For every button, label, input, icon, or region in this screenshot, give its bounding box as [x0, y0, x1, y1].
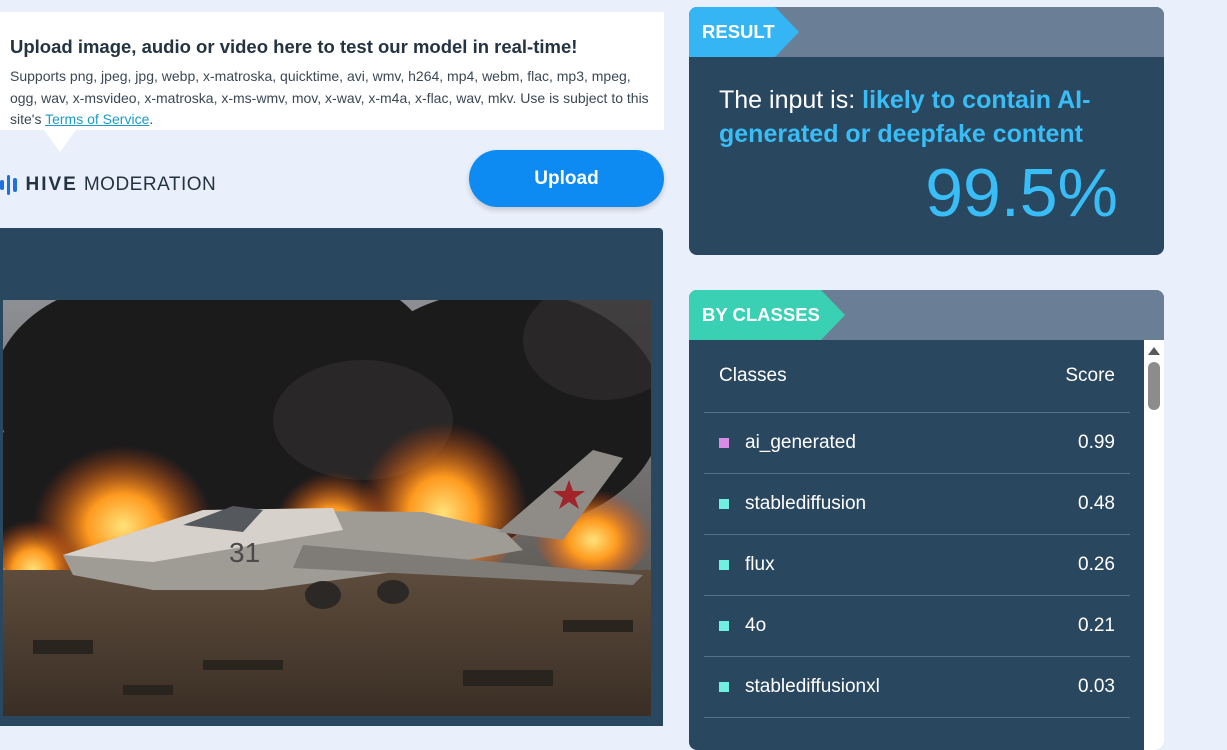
class-score: 0.21	[1078, 615, 1115, 636]
class-name: stablediffusionxl	[745, 676, 880, 697]
class-name: 4o	[745, 615, 767, 636]
result-tag: RESULT	[689, 7, 799, 57]
media-preview-panel: 31	[0, 228, 663, 726]
terms-of-service-link[interactable]: Terms of Service	[45, 111, 149, 127]
brand-hive-text: HIVE	[25, 174, 78, 195]
class-color-swatch	[719, 682, 729, 692]
by-classes-card: BY CLASSES Classes Score ai_generated 0.…	[689, 290, 1164, 750]
classes-table: Classes Score ai_generated 0.99 stabledi…	[704, 340, 1130, 750]
class-name: ai_generated	[745, 432, 856, 453]
terms-suffix: .	[149, 111, 154, 127]
table-row-partial	[704, 718, 1130, 750]
result-card: RESULT The input is: likely to contain A…	[689, 7, 1164, 255]
table-row: 4o 0.21	[704, 596, 1130, 657]
class-color-swatch	[719, 499, 729, 509]
table-row: flux 0.26	[704, 535, 1130, 596]
upload-info-description: Supports png, jpeg, jpg, webp, x-matrosk…	[10, 66, 652, 131]
classes-column-header: Classes	[719, 365, 787, 386]
class-color-swatch	[719, 438, 729, 448]
class-score: 0.03	[1078, 676, 1115, 697]
result-card-header: RESULT	[689, 7, 1164, 57]
class-color-swatch	[719, 560, 729, 570]
classes-tag: BY CLASSES	[689, 290, 845, 340]
upload-info-title: Upload image, audio or video here to tes…	[10, 36, 578, 57]
hive-logo-icon	[0, 175, 17, 195]
scroll-up-arrow-icon[interactable]	[1148, 347, 1160, 355]
upload-button[interactable]: Upload	[469, 150, 664, 207]
uploaded-image-preview: 31	[3, 300, 651, 716]
score-column-header: Score	[1065, 365, 1115, 386]
table-row: stablediffusion 0.48	[704, 474, 1130, 535]
class-name: stablediffusion	[745, 493, 867, 514]
class-color-swatch	[719, 621, 729, 631]
classes-table-header: Classes Score	[704, 340, 1130, 413]
brand-moderation-text: MODERATION	[83, 174, 217, 195]
upload-info-box: Upload image, audio or video here to tes…	[0, 12, 664, 130]
result-verdict: The input is: likely to contain AI-gener…	[719, 83, 1139, 151]
class-score: 0.48	[1078, 493, 1115, 514]
result-prefix: The input is:	[719, 86, 863, 114]
classes-card-header: BY CLASSES	[689, 290, 1164, 340]
class-score: 0.99	[1078, 432, 1115, 453]
scrollbar-thumb[interactable]	[1148, 362, 1160, 410]
class-score: 0.26	[1078, 554, 1115, 575]
result-percentage: 99.5%	[925, 155, 1118, 231]
classes-scrollbar[interactable]	[1144, 340, 1164, 750]
info-box-pointer	[44, 130, 76, 152]
svg-text:31: 31	[229, 537, 260, 568]
class-name: flux	[745, 554, 775, 575]
hive-moderation-logo: HIVE MODERATION	[0, 172, 216, 198]
table-row: ai_generated 0.99	[704, 413, 1130, 474]
table-row: stablediffusionxl 0.03	[704, 657, 1130, 718]
